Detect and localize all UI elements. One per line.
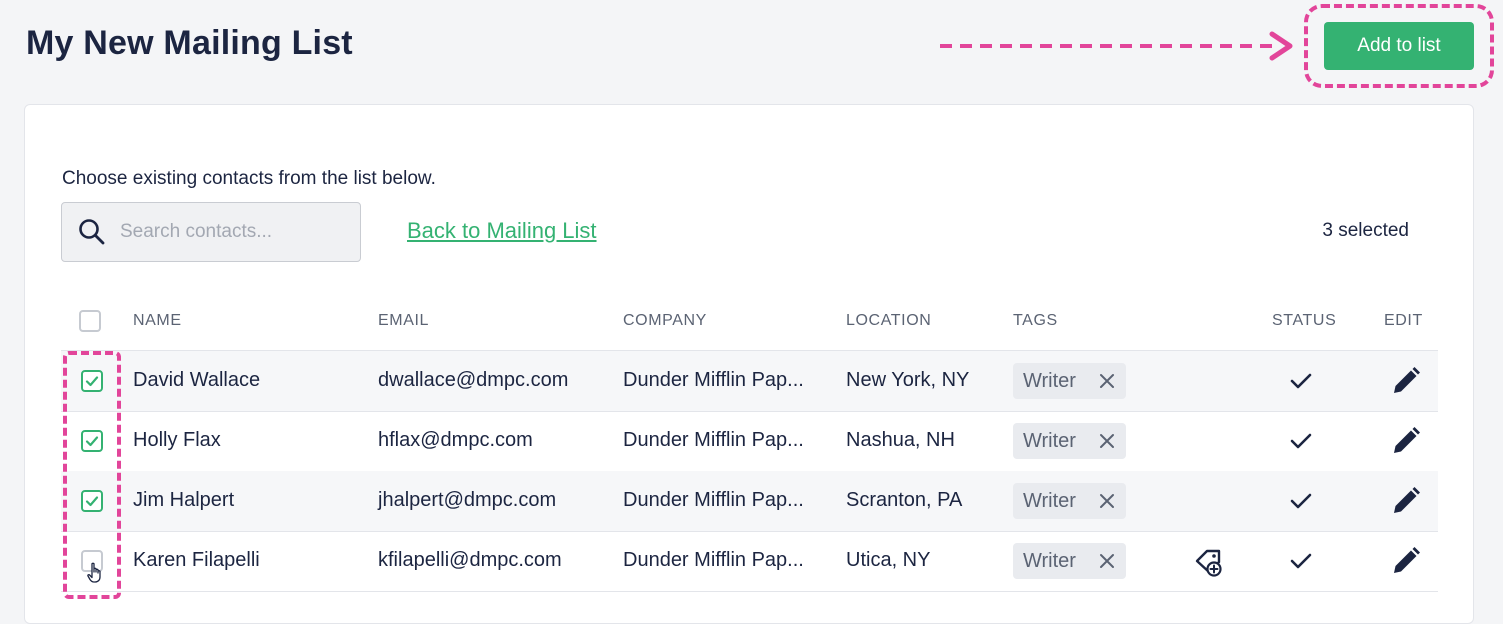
pencil-icon[interactable] <box>1391 546 1421 576</box>
table-row[interactable]: Karen Filapelli kfilapelli@dmpc.com Dund… <box>61 531 1438 592</box>
table-row[interactable]: Holly Flax hflax@dmpc.com Dunder Mifflin… <box>61 411 1438 472</box>
contact-name: Holly Flax <box>133 429 221 451</box>
column-header-company[interactable]: COMPANY <box>623 312 707 330</box>
check-icon <box>1289 431 1313 451</box>
close-icon[interactable] <box>1099 553 1115 569</box>
page-title: My New Mailing List <box>26 24 353 62</box>
table-row[interactable]: David Wallace dwallace@dmpc.com Dunder M… <box>61 351 1438 412</box>
close-icon[interactable] <box>1099 373 1115 389</box>
column-header-name[interactable]: NAME <box>133 312 182 330</box>
contact-email: jhalpert@dmpc.com <box>378 489 557 511</box>
add-to-list-button[interactable]: Add to list <box>1324 22 1474 70</box>
contact-location: Utica, NY <box>846 549 931 571</box>
tag-add-icon[interactable] <box>1194 547 1224 577</box>
back-to-mailing-list-link[interactable]: Back to Mailing List <box>407 218 597 244</box>
tag-chip: Writer <box>1013 543 1126 579</box>
pencil-icon[interactable] <box>1391 366 1421 396</box>
table-header: NAME EMAIL COMPANY LOCATION TAGS STATUS … <box>61 302 1438 352</box>
contact-company: Dunder Mifflin Pap... <box>623 369 804 391</box>
contact-company: Dunder Mifflin Pap... <box>623 489 804 511</box>
contact-email: kfilapelli@dmpc.com <box>378 549 562 571</box>
check-icon <box>1289 371 1313 391</box>
close-icon[interactable] <box>1099 433 1115 449</box>
column-header-tags: TAGS <box>1013 312 1058 329</box>
contact-location: Nashua, NH <box>846 429 955 451</box>
annotation-arrow <box>940 31 1293 61</box>
table-row[interactable]: Jim Halpert jhalpert@dmpc.com Dunder Mif… <box>61 471 1438 532</box>
hand-pointer-icon <box>86 562 104 584</box>
contact-location: Scranton, PA <box>846 489 963 511</box>
tag-label: Writer <box>1023 549 1076 572</box>
selected-count: 3 selected <box>1322 220 1409 241</box>
contact-name: Jim Halpert <box>133 489 235 511</box>
close-icon[interactable] <box>1099 493 1115 509</box>
contact-company: Dunder Mifflin Pap... <box>623 429 804 451</box>
contact-location: New York, NY <box>846 369 970 391</box>
tag-label: Writer <box>1023 429 1076 452</box>
select-all-checkbox[interactable] <box>79 310 101 332</box>
tag-chip: Writer <box>1013 363 1126 399</box>
check-icon <box>1289 491 1313 511</box>
tag-chip: Writer <box>1013 423 1126 459</box>
column-header-status: STATUS <box>1272 312 1337 329</box>
tag-chip: Writer <box>1013 483 1126 519</box>
contact-email: dwallace@dmpc.com <box>378 369 569 391</box>
instructions-text: Choose existing contacts from the list b… <box>62 168 436 189</box>
column-header-location[interactable]: LOCATION <box>846 312 931 330</box>
tag-label: Writer <box>1023 369 1076 392</box>
column-header-edit: EDIT <box>1384 312 1423 329</box>
search-icon <box>78 218 106 246</box>
contact-name: David Wallace <box>133 369 261 391</box>
tag-label: Writer <box>1023 489 1076 512</box>
pencil-icon[interactable] <box>1391 486 1421 516</box>
search-field[interactable] <box>61 202 361 262</box>
contact-email: hflax@dmpc.com <box>378 429 533 451</box>
contact-company: Dunder Mifflin Pap... <box>623 549 804 571</box>
contact-name: Karen Filapelli <box>133 549 260 571</box>
check-icon <box>1289 551 1313 571</box>
search-input[interactable] <box>118 220 342 244</box>
column-header-email[interactable]: EMAIL <box>378 312 429 330</box>
pencil-icon[interactable] <box>1391 426 1421 456</box>
